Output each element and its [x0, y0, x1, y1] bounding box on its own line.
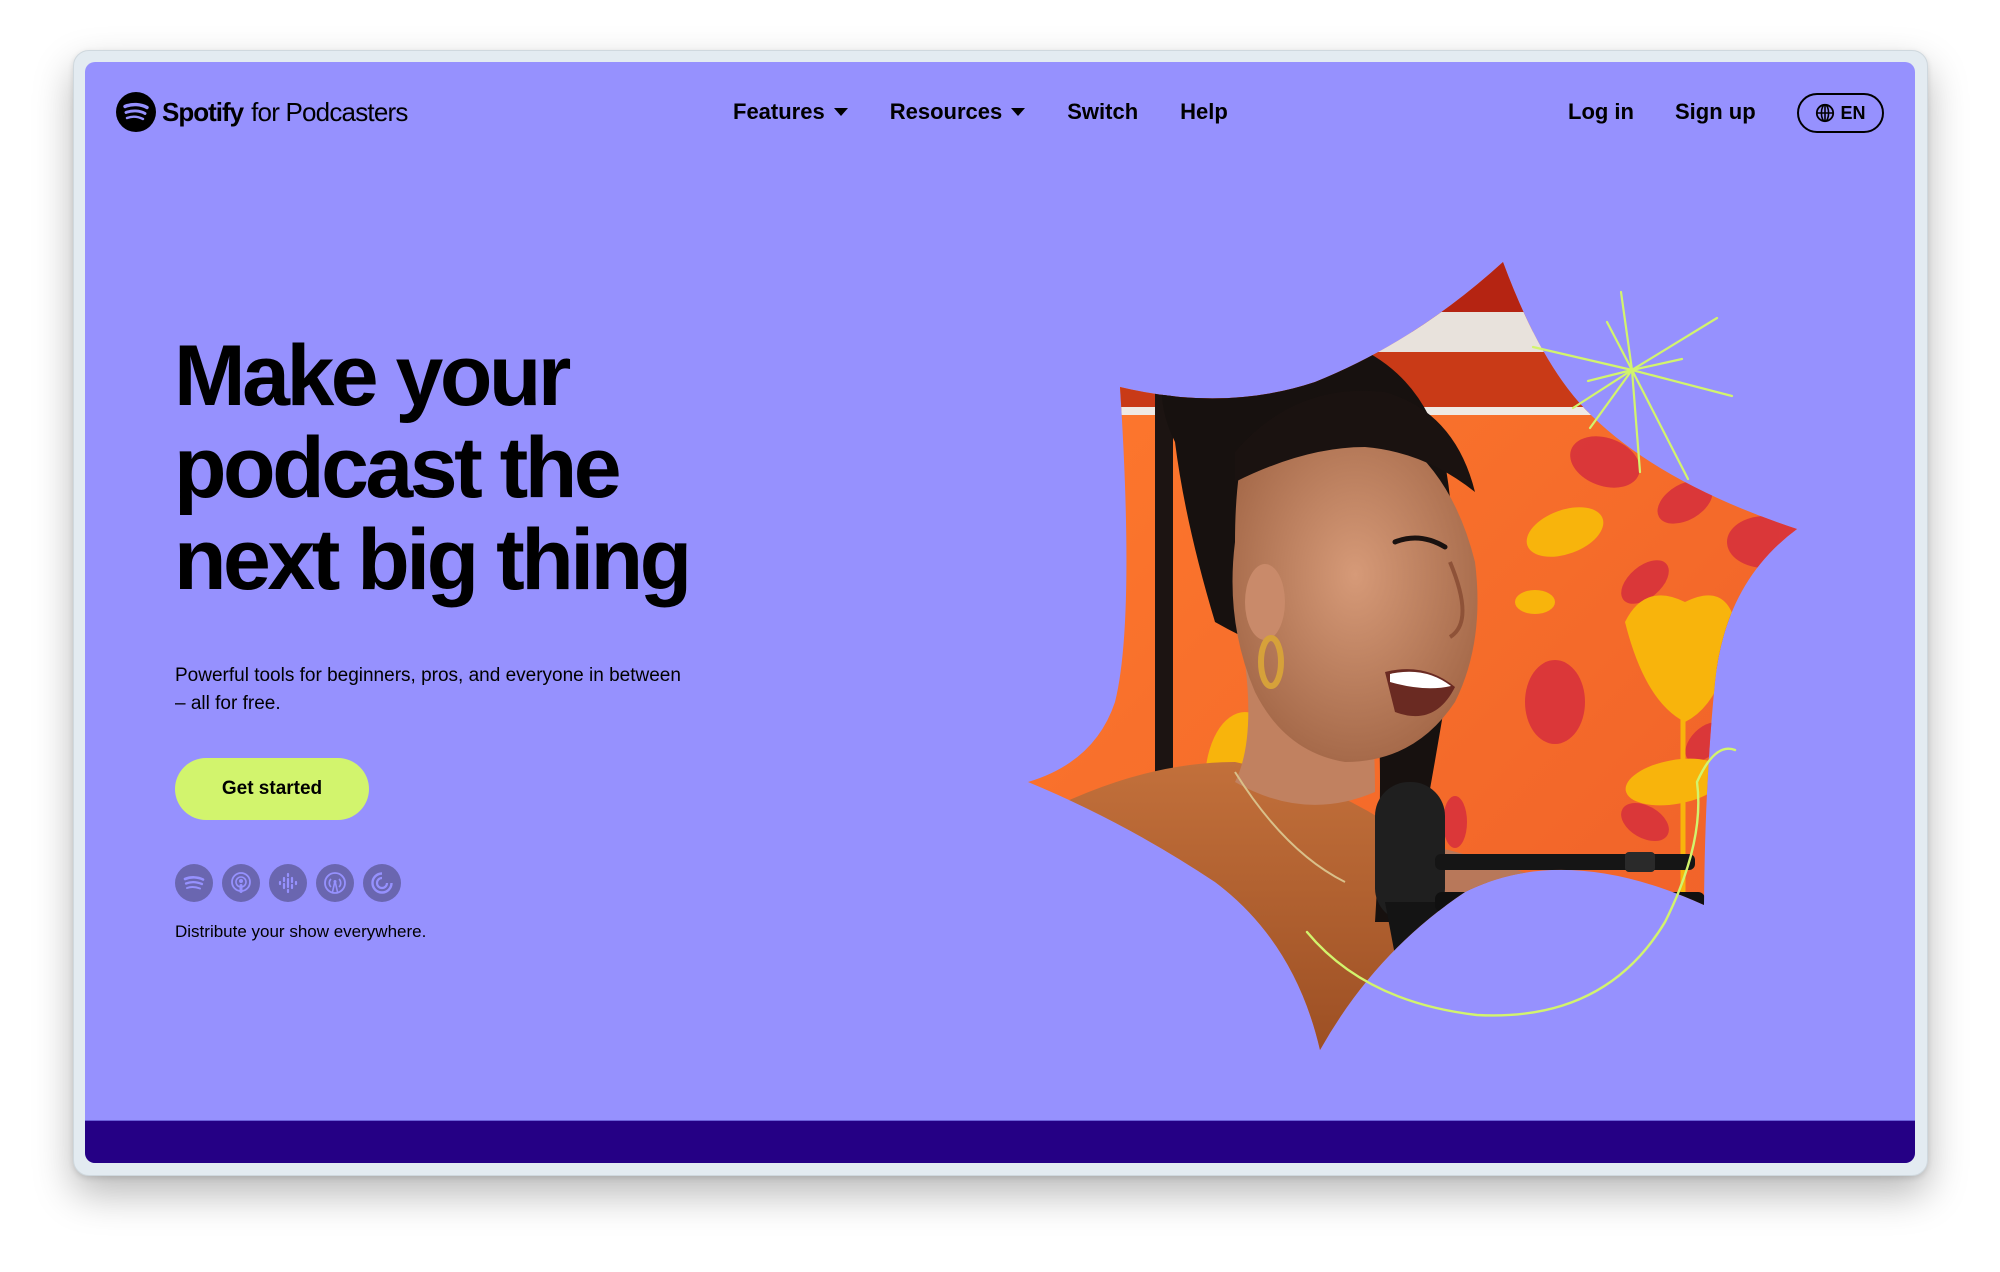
logo[interactable]: Spotify for Podcasters [116, 92, 408, 132]
brand-suffix: for Podcasters [251, 96, 408, 127]
hero-illustration [1028, 262, 1797, 1050]
nav-switch[interactable]: Switch [1067, 99, 1138, 125]
platform-icons [175, 864, 401, 902]
google-podcasts-icon [278, 872, 298, 894]
pocket-casts-icon [371, 872, 393, 894]
caret-down-icon [1011, 108, 1026, 116]
spotify-icon [183, 876, 205, 890]
platform-apple-podcasts[interactable] [222, 864, 260, 902]
brand-name: Spotify [162, 96, 244, 127]
language-label: EN [1840, 102, 1866, 123]
apple-podcasts-icon [231, 872, 251, 893]
language-button[interactable]: EN [1797, 93, 1884, 133]
platform-spotify[interactable] [175, 864, 213, 902]
main-nav: Features Resources Switch Help [733, 99, 1270, 125]
nav-resources-label: Resources [889, 99, 1003, 124]
login-link[interactable]: Log in [1568, 99, 1634, 125]
squiggle-decoration [1305, 747, 1737, 1017]
platform-google-podcasts[interactable] [269, 864, 307, 902]
nav-features[interactable]: Features [733, 99, 848, 125]
headline-line-3: next big thing [174, 512, 692, 608]
overcast-icon [324, 872, 346, 894]
hero-subtext: Powerful tools for beginners, pros, and … [175, 665, 681, 714]
platform-pocket-casts[interactable] [363, 864, 401, 902]
caret-down-icon [833, 108, 848, 116]
nav-switch-label: Switch [1067, 99, 1139, 124]
nav-features-label: Features [733, 99, 825, 124]
distribute-text: Distribute your show everywhere. [175, 922, 427, 941]
next-section-bar [85, 1120, 1915, 1163]
globe-icon [1816, 103, 1835, 123]
headline-line-2: podcast the [174, 420, 622, 516]
signup-link[interactable]: Sign up [1675, 99, 1756, 125]
get-started-button[interactable]: Get started [175, 758, 369, 820]
hero-headline: Make your podcast the next big thing [174, 330, 874, 606]
nav-help-label: Help [1180, 99, 1228, 124]
microphone [1375, 782, 1705, 1050]
page: Spotify for Podcasters Features Resource… [85, 62, 1915, 1163]
hero-photo [1028, 262, 1797, 1050]
platform-overcast[interactable] [316, 864, 354, 902]
sparkle-decoration [1531, 290, 1734, 481]
nav-resources[interactable]: Resources [890, 99, 1026, 125]
nav-help[interactable]: Help [1180, 99, 1228, 125]
headline-line-1: Make your [174, 328, 571, 424]
spotify-logo-icon [116, 92, 156, 132]
